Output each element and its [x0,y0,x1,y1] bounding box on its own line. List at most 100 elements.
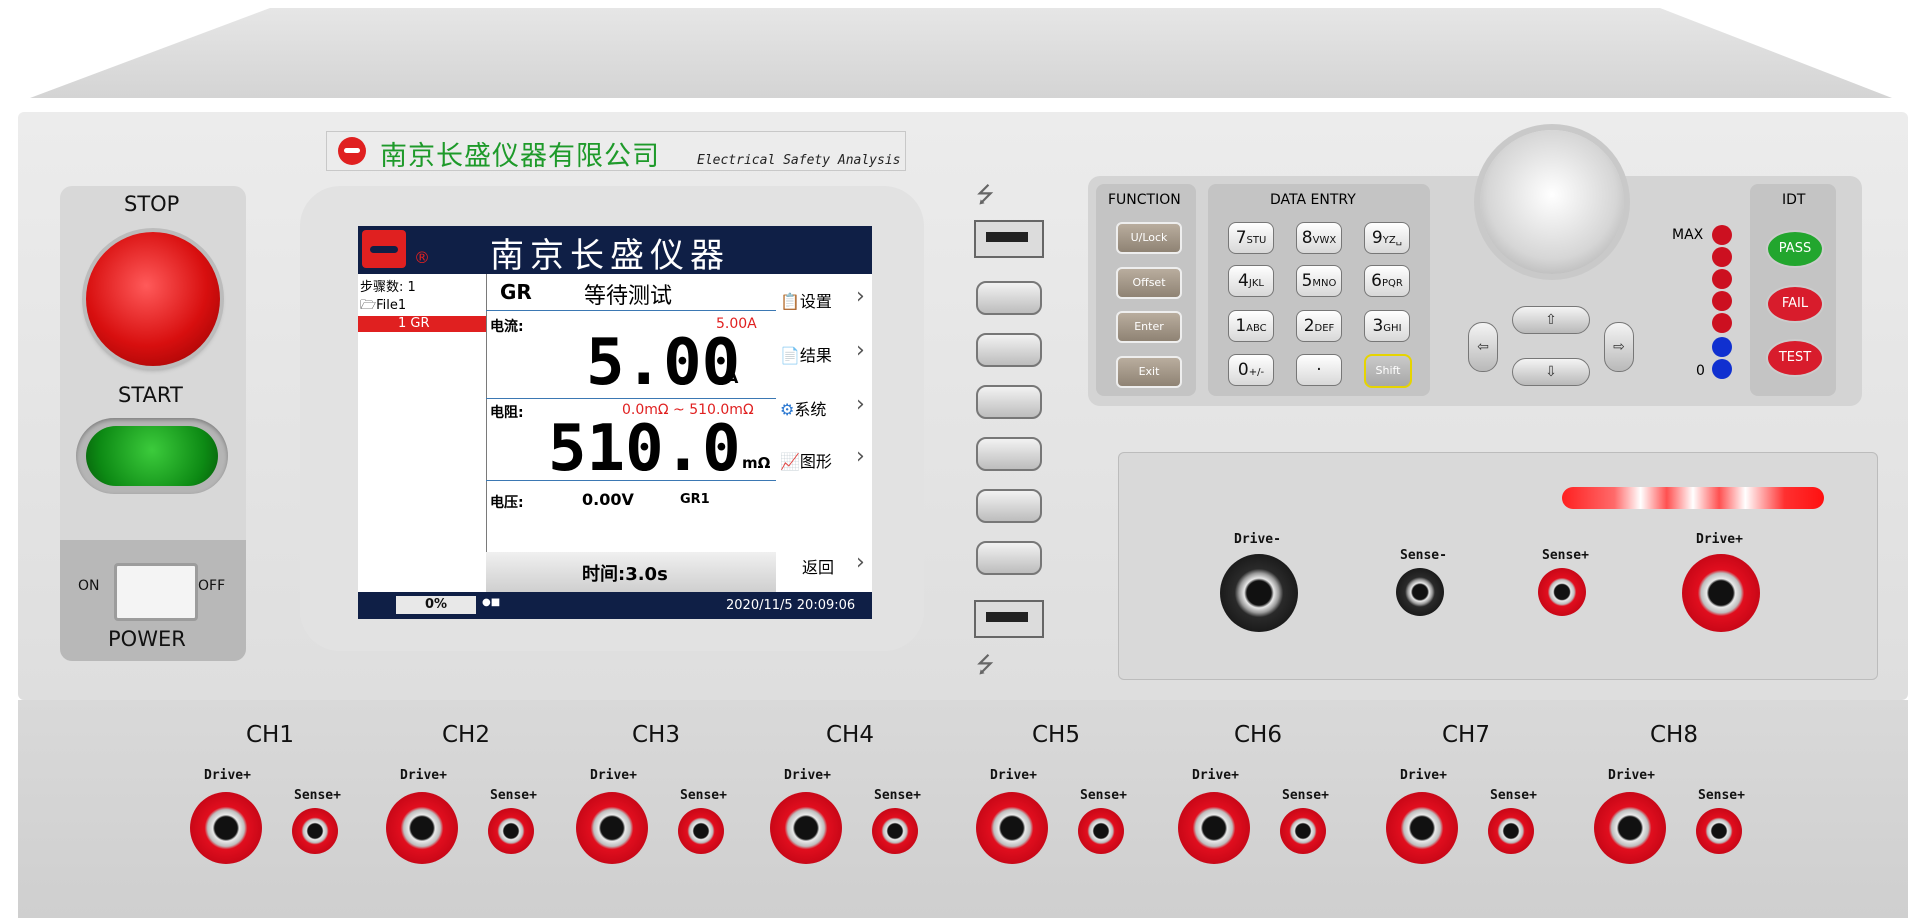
channel-label: CH5 [1032,722,1080,748]
current-value: 5.00 [586,326,741,400]
channel-label: CH7 [1442,722,1490,748]
results-icon: 📄 [780,346,800,365]
softkey-1[interactable] [976,281,1042,315]
menu-system[interactable]: ⚙系统 › [780,392,865,420]
channel-drive-terminal[interactable] [190,792,262,864]
arrow-right-icon: ⇨ [1613,339,1625,355]
function-title: FUNCTION [1108,192,1181,208]
test-time: 时间:3.0s [582,564,668,585]
data-entry-title: DATA ENTRY [1270,192,1356,208]
menu-settings[interactable]: 📋设置 › [780,284,865,312]
power-switch[interactable] [114,563,198,621]
exit-key[interactable]: Exit [1116,356,1182,388]
key-dot[interactable]: · [1296,354,1342,386]
keypad-area [1088,176,1862,406]
channel-sense-terminal[interactable] [1488,808,1534,854]
sense-plus-label: Sense+ [294,788,341,803]
channel-sense-terminal[interactable] [488,808,534,854]
softkey-6[interactable] [976,541,1042,575]
channel-drive-terminal[interactable] [770,792,842,864]
tree-file[interactable]: 🗁File1 [360,296,406,318]
screen-header: ® 南京长盛仪器 [358,226,872,276]
fail-indicator: FAIL [1766,285,1824,323]
level-led [1712,337,1732,357]
soft-menu: 📋设置 › 📄结果 › ⚙系统 › 📈图形 › 返回 › [776,274,872,592]
channel-sense-terminal[interactable] [292,808,338,854]
drive-plus-label: Drive+ [1608,768,1655,783]
channel-drive-terminal[interactable] [1594,792,1666,864]
sense-minus-terminal[interactable] [1396,568,1444,616]
file-tree: 步骤数: 1 🗁File1 1 GR [358,274,487,592]
brand-subtitle: Electrical Safety Analysis [697,153,901,168]
level-led [1712,359,1732,379]
key-shift[interactable]: Shift [1364,354,1412,388]
softkey-2[interactable] [976,333,1042,367]
pass-indicator: PASS [1766,230,1824,268]
enter-key[interactable]: Enter [1116,311,1182,343]
voltage-value: 0.00V [582,490,634,509]
menu-results[interactable]: 📄结果 › [780,338,865,366]
channel-drive-terminal[interactable] [386,792,458,864]
company-name: 南京长盛仪器有限公司 [380,141,660,172]
right-arrow-button[interactable]: ⇨ [1604,322,1634,372]
key-2[interactable]: 2DEF [1296,310,1342,342]
stop-button[interactable] [86,232,220,366]
key-3[interactable]: 3GHI [1364,310,1410,342]
menu-graph[interactable]: 📈图形 › [780,444,865,472]
down-arrow-button[interactable]: ⇩ [1512,358,1590,386]
key-7[interactable]: 7STU [1228,222,1274,254]
key-4[interactable]: 4JKL [1228,265,1274,297]
up-arrow-button[interactable]: ⇧ [1512,306,1590,334]
menu-back[interactable]: 返回 › [802,550,865,578]
off-label: OFF [198,578,226,594]
sense-plus-label: Sense+ [1080,788,1127,803]
level-led [1712,313,1732,333]
channel-sense-terminal[interactable] [1078,808,1124,854]
start-button[interactable] [86,426,218,486]
channel-drive-terminal[interactable] [576,792,648,864]
key-8[interactable]: 8VWX [1296,222,1342,254]
gear-icon: ⚙ [780,400,795,419]
channel-sense-terminal[interactable] [1280,808,1326,854]
divider [486,310,776,311]
usb-port[interactable] [974,220,1044,258]
rotary-knob[interactable] [1480,130,1624,274]
usb-port[interactable] [974,600,1044,638]
chevron-right-icon: › [856,550,865,575]
chevron-right-icon: › [856,392,865,417]
softkey-4[interactable] [976,437,1042,471]
arrow-left-icon: ⇦ [1477,339,1489,355]
channel-drive-terminal[interactable] [1178,792,1250,864]
channel-sense-terminal[interactable] [678,808,724,854]
channel-sense-terminal[interactable] [872,808,918,854]
drive-plus-label: Drive+ [990,768,1037,783]
softkey-5[interactable] [976,489,1042,523]
channel-sense-terminal[interactable] [1696,808,1742,854]
drive-minus-terminal[interactable] [1220,554,1298,632]
start-label: START [118,383,183,407]
chart-icon: 📈 [780,452,800,471]
test-mode: GR [500,280,532,304]
resistance-value: 510.0 [548,412,741,486]
sense-plus-terminal[interactable] [1538,568,1586,616]
ulock-key[interactable]: U/Lock [1116,222,1182,254]
key-5[interactable]: 5MNO [1296,265,1342,297]
resistance-label: 电阻: [490,405,524,421]
drive-plus-terminal[interactable] [1682,554,1760,632]
key-9[interactable]: 9YZ␣ [1364,222,1410,254]
left-arrow-button[interactable]: ⇦ [1468,322,1498,372]
voltage-label: 电压: [490,495,524,511]
key-1[interactable]: 1ABC [1228,310,1274,342]
softkey-3[interactable] [976,385,1042,419]
level-led [1712,269,1732,289]
company-logo-icon [338,137,366,165]
offset-key[interactable]: Offset [1116,267,1182,299]
chassis-top [30,8,1892,98]
drive-plus-label: Drive+ [784,768,831,783]
key-0[interactable]: 0+/- [1228,354,1274,386]
channel-drive-terminal[interactable] [976,792,1048,864]
tree-step-selected[interactable]: 1 GR [358,316,486,332]
sense-plus-label: Sense+ [874,788,921,803]
channel-drive-terminal[interactable] [1386,792,1458,864]
key-6[interactable]: 6PQR [1364,265,1410,297]
